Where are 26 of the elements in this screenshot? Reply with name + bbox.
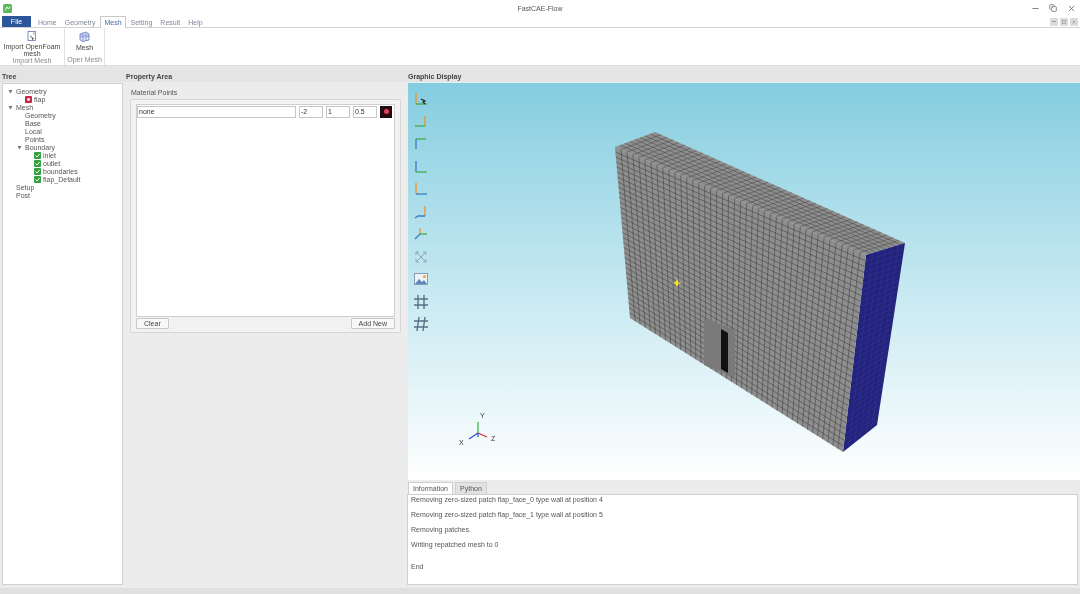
expand-caret-icon[interactable] <box>8 88 13 94</box>
checkbox[interactable] <box>34 175 41 183</box>
app-logo-icon <box>3 3 12 13</box>
close-button[interactable] <box>1070 17 1078 26</box>
skewed-grid-icon[interactable] <box>413 316 429 332</box>
checkbox[interactable] <box>34 167 41 175</box>
checkbox[interactable] <box>34 159 41 167</box>
restore-icon <box>1049 4 1057 12</box>
dot-icon <box>383 109 389 114</box>
image-icon[interactable] <box>413 271 429 287</box>
expand-caret-icon[interactable] <box>8 104 13 110</box>
fit-arrows-icon[interactable] <box>413 248 429 265</box>
geometry-part-icon[interactable] <box>25 95 32 103</box>
mesh-grid-icon <box>79 31 90 42</box>
checkbox[interactable] <box>34 151 41 159</box>
grid-icon[interactable] <box>413 293 429 310</box>
close-icon <box>1066 3 1076 13</box>
restore-button[interactable] <box>1060 17 1068 26</box>
point-marker-button[interactable] <box>380 105 392 118</box>
import-file-icon <box>27 31 37 41</box>
minimize-icon <box>1052 21 1056 22</box>
restore-icon <box>1062 19 1066 24</box>
axes-view-icon[interactable] <box>413 91 429 107</box>
point-marker-icon <box>672 279 682 287</box>
minimize-button[interactable] <box>1050 17 1058 26</box>
expand-caret-icon[interactable] <box>17 144 22 150</box>
